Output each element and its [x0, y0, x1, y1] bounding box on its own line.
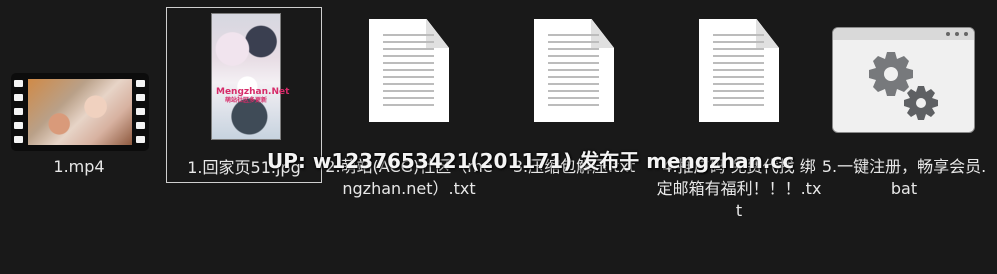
window-titlebar [833, 28, 974, 40]
video-preview-image [28, 79, 132, 145]
settings-window-icon [832, 27, 975, 133]
watermark: Mengzhan.Net 萌站社区多更新 [216, 87, 290, 104]
document-lines-icon [548, 34, 599, 111]
film-holes-left-icon [14, 80, 24, 144]
document-lines-icon [383, 34, 434, 111]
file-explorer-grid: 1.mp4 Mengzhan.Net 萌站社区多更新 1.回家页51.jpg 2… [0, 0, 997, 274]
image-thumbnail-icon: Mengzhan.Net 萌站社区多更新 [211, 13, 290, 140]
video-file-icon [11, 73, 149, 151]
file-name: 1.mp4 [53, 157, 105, 176]
text-file-thumbnail [331, 7, 487, 142]
file-tile-bat[interactable]: 5.一键注册，畅享会员.bat [822, 7, 986, 198]
text-file-thumbnail [496, 7, 652, 142]
file-tile-mp4[interactable]: 1.mp4 [1, 7, 157, 183]
video-thumbnail [1, 7, 157, 151]
overlay-watermark-text: UP: w1237653421(201171) 发布于 mengzhan.cc [267, 149, 795, 173]
batch-file-thumbnail [826, 7, 982, 142]
document-lines-icon [713, 34, 764, 111]
film-holes-right-icon [136, 80, 146, 144]
settings-gears-icon [869, 52, 938, 120]
file-name: 5.一键注册，畅享会员.bat [821, 157, 987, 198]
text-file-thumbnail [661, 7, 817, 142]
image-thumbnail: Mengzhan.Net 萌站社区多更新 [167, 8, 321, 143]
